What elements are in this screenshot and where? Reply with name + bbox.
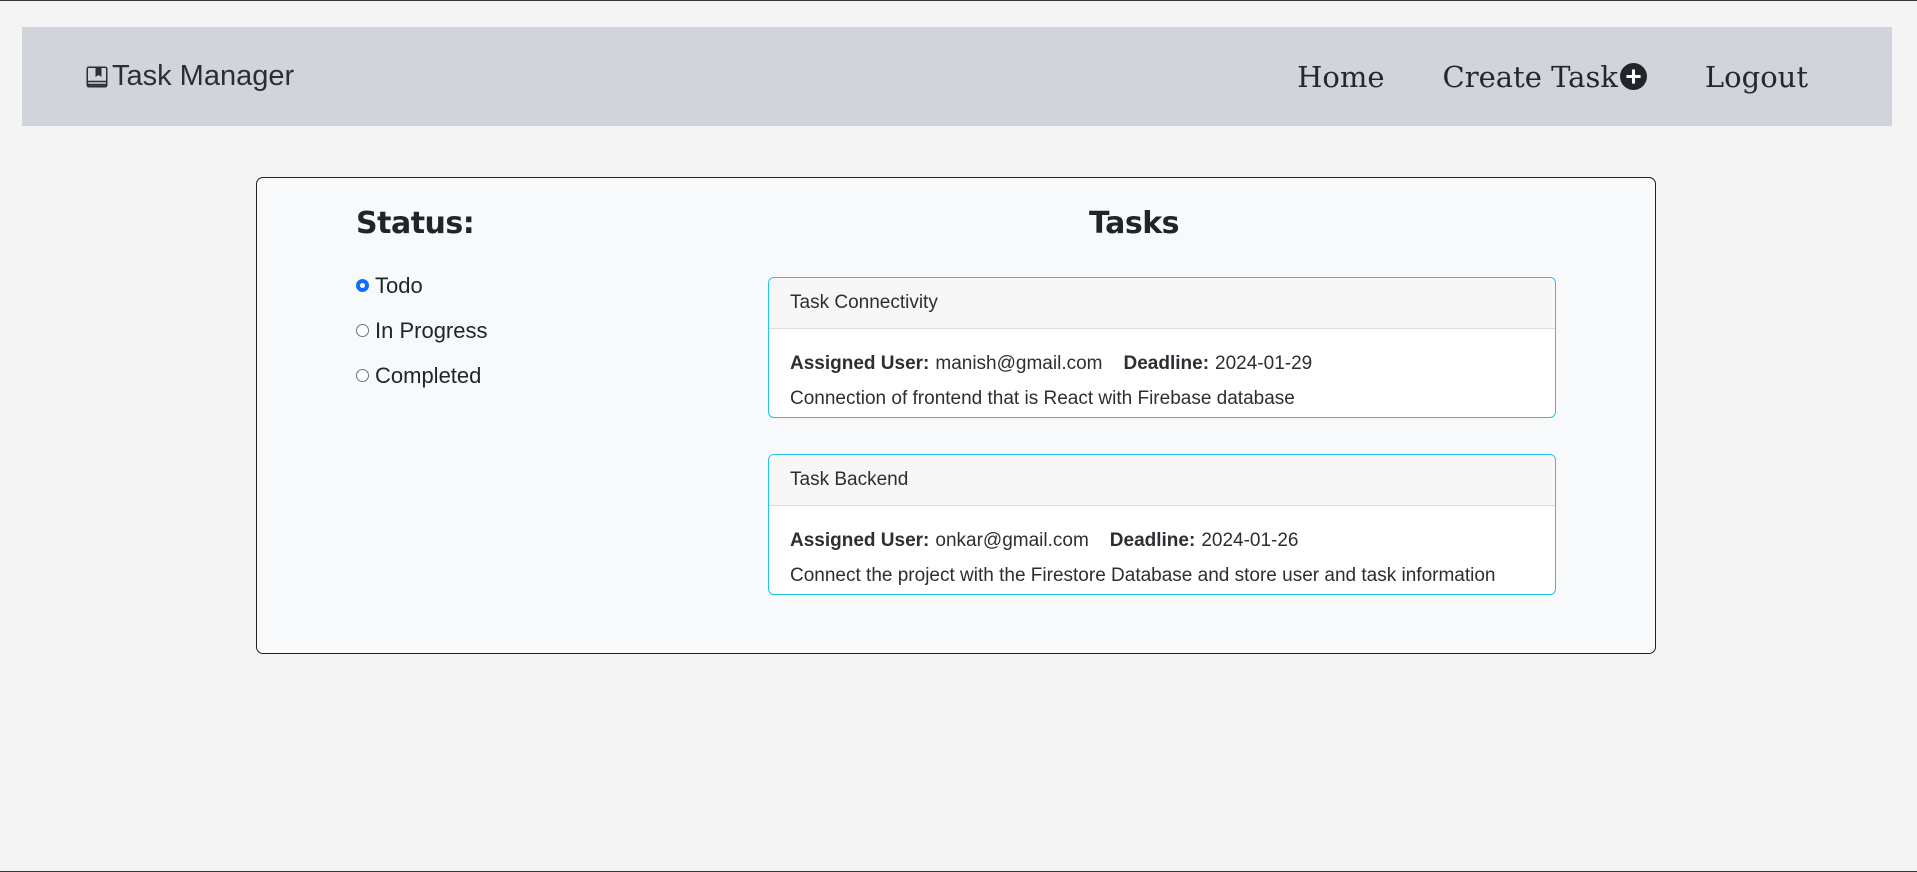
main-panel: Status: Todo In Progress Completed Tasks…: [256, 177, 1656, 654]
tasks-heading: Tasks: [1089, 206, 1180, 241]
task-meta: Assigned User: manish@gmail.com Deadline…: [790, 347, 1534, 380]
radio-completed[interactable]: [356, 369, 369, 382]
plus-circle-icon: [1619, 63, 1647, 90]
nav-links: Home Create Task Logout: [1239, 27, 1808, 126]
assigned-user-label: Assigned User:: [790, 529, 930, 551]
task-title: Task Connectivity: [769, 278, 1555, 329]
radio-in-progress[interactable]: [356, 324, 369, 337]
status-option-label: Todo: [375, 272, 423, 298]
task-card-body: Assigned User: manish@gmail.com Deadline…: [769, 329, 1555, 417]
task-card[interactable]: Task Backend Assigned User: onkar@gmail.…: [768, 454, 1556, 595]
task-description: Connect the project with the Firestore D…: [790, 564, 1496, 586]
nav-home-link[interactable]: Home: [1297, 60, 1384, 94]
assigned-user-label: Assigned User:: [790, 352, 930, 374]
task-card[interactable]: Task Connectivity Assigned User: manish@…: [768, 277, 1556, 418]
create-task-label: Create Task: [1442, 59, 1618, 94]
radio-todo[interactable]: [356, 279, 369, 292]
assigned-user-value: manish@gmail.com: [935, 352, 1103, 374]
brand-title: Task Manager: [112, 60, 295, 92]
book-icon: [86, 66, 108, 87]
deadline-label: Deadline:: [1109, 529, 1196, 551]
deadline-value: 2024-01-29: [1215, 352, 1313, 374]
status-option-completed[interactable]: Completed: [356, 353, 488, 398]
task-card-body: Assigned User: onkar@gmail.com Deadline:…: [769, 506, 1555, 594]
assigned-user-value: onkar@gmail.com: [935, 529, 1089, 551]
task-description: Connection of frontend that is React wit…: [790, 387, 1295, 409]
deadline-value: 2024-01-26: [1201, 529, 1299, 551]
nav-create-task-link[interactable]: Create Task: [1443, 60, 1647, 94]
brand-link[interactable]: Task Manager: [85, 27, 294, 126]
status-option-label: Completed: [375, 362, 482, 388]
task-title: Task Backend: [769, 455, 1555, 506]
status-option-in-progress[interactable]: In Progress: [356, 308, 488, 353]
status-radio-group: Todo In Progress Completed: [356, 263, 488, 398]
task-meta: Assigned User: onkar@gmail.com Deadline:…: [790, 524, 1534, 557]
status-filter: Status: Todo In Progress Completed: [356, 206, 488, 398]
nav-logout-link[interactable]: Logout: [1705, 60, 1808, 94]
status-option-todo[interactable]: Todo: [356, 263, 488, 308]
status-heading: Status:: [356, 206, 475, 241]
deadline-label: Deadline:: [1123, 352, 1210, 374]
navbar: Task Manager Home Create Task Logout: [22, 27, 1892, 126]
status-option-label: In Progress: [375, 317, 488, 343]
